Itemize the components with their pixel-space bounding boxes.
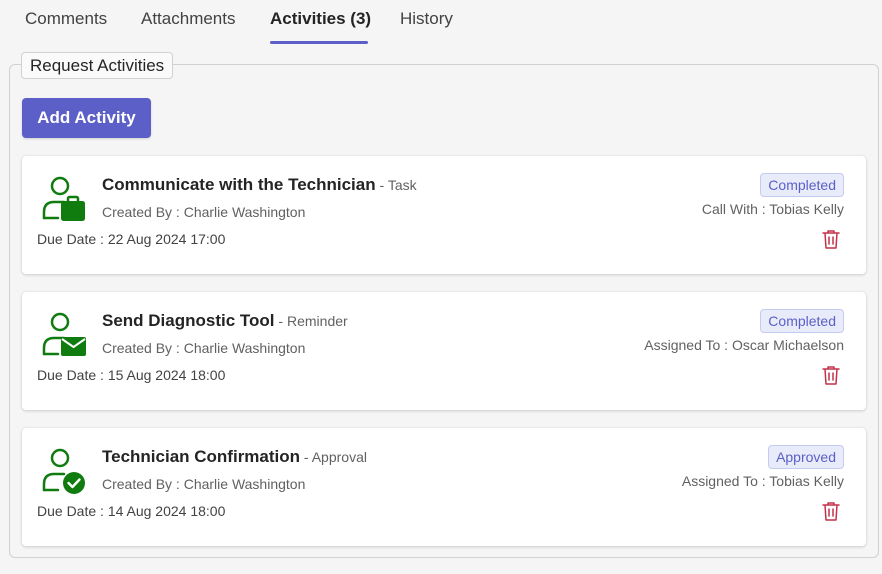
created-by: Created By : Charlie Washington [102,476,306,492]
activity-title-line: Communicate with the Technician - Task [102,175,417,195]
section-legend: Request Activities [21,52,174,79]
activity-type: Reminder [286,313,348,329]
add-activity-button[interactable]: Add Activity [22,98,151,138]
tab-attachments[interactable]: Attachments [141,9,236,29]
title-separator: - [274,313,287,329]
status-badge: Completed [760,173,844,197]
created-by: Created By : Charlie Washington [102,340,306,356]
activity-type: Task [387,177,417,193]
tab-activities[interactable]: Activities (3) [270,9,371,29]
trash-icon[interactable] [820,228,842,250]
tab-comments[interactable]: Comments [25,9,107,29]
due-date: Due Date : 15 Aug 2024 18:00 [37,367,226,383]
title-separator: - [375,177,388,193]
status-badge: Approved [768,445,844,469]
activity-title[interactable]: Communicate with the Technician [102,175,376,194]
tab-history[interactable]: History [400,9,453,29]
title-separator: - [300,449,312,465]
active-tab-indicator [270,41,368,44]
tab-bar: Comments Attachments Activities (3) Hist… [0,0,882,48]
activity-title-line: Technician Confirmation - Approval [102,447,367,467]
activity-title-line: Send Diagnostic Tool - Reminder [102,311,348,331]
person-check-icon [42,448,85,494]
assignee: Assigned To : Oscar Michaelson [644,337,844,353]
assignee: Call With : Tobias Kelly [701,201,844,217]
person-mail-icon [42,312,86,356]
activity-title[interactable]: Send Diagnostic Tool [102,311,275,330]
activity-card[interactable]: Technician Confirmation - Approval Creat… [22,428,866,546]
activity-card[interactable]: Send Diagnostic Tool - Reminder Created … [22,292,866,410]
person-briefcase-icon [42,176,85,221]
assignee: Assigned To : Tobias Kelly [681,473,844,489]
activity-title[interactable]: Technician Confirmation [102,447,300,466]
trash-icon[interactable] [820,500,842,522]
due-date: Due Date : 14 Aug 2024 18:00 [37,503,226,519]
activity-type: Approval [311,449,367,465]
status-badge: Completed [760,309,844,333]
due-date: Due Date : 22 Aug 2024 17:00 [37,231,226,247]
created-by: Created By : Charlie Washington [102,204,306,220]
trash-icon[interactable] [820,364,842,386]
activity-card[interactable]: Communicate with the Technician - Task C… [22,156,866,274]
